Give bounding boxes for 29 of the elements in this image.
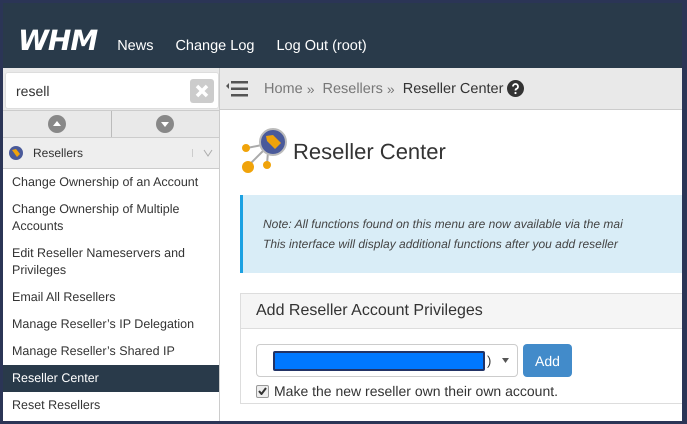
checkbox[interactable] (256, 384, 269, 398)
sidebar-item[interactable]: Reseller Center (3, 365, 219, 392)
nav-link[interactable]: Log Out (root) (276, 36, 367, 56)
whm-logo[interactable]: WHM (18, 26, 98, 56)
note-text: This interface will display additional functions after you add reseller (263, 236, 620, 253)
close-icon (194, 82, 210, 98)
panel-title: Add Reseller Account Privileges (256, 302, 483, 319)
help-icon[interactable] (507, 80, 524, 97)
checkbox-label: Make the new reseller own their own account. (274, 383, 558, 399)
breadcrumb-link[interactable]: Home (264, 80, 303, 96)
nav-link[interactable]: News (117, 36, 154, 56)
category-label: Resellers (33, 146, 84, 160)
clear-button[interactable] (190, 78, 214, 102)
nav-link[interactable]: Change Log (175, 36, 254, 56)
breadcrumb-separator: » (386, 80, 395, 96)
chevron-icon[interactable] (203, 149, 213, 157)
breadcrumb-link[interactable]: Resellers (322, 80, 383, 96)
add-button[interactable]: Add (523, 344, 572, 377)
tag-icon (9, 146, 23, 160)
page-title: Reseller Center (293, 138, 446, 164)
menu-collapse-icon[interactable] (226, 80, 248, 96)
breadcrumb-link[interactable]: Reseller Center (402, 80, 504, 96)
category-header[interactable]: Resellers (3, 138, 219, 169)
caret-icon (502, 358, 509, 363)
reseller-network-icon (240, 128, 287, 175)
account-select[interactable]: ) (256, 344, 518, 377)
search-field[interactable]: resell (5, 72, 219, 109)
breadcrumb-separator: » (306, 80, 314, 96)
note-text: Note: All functions found on this menu are now available via the mai (263, 216, 624, 233)
